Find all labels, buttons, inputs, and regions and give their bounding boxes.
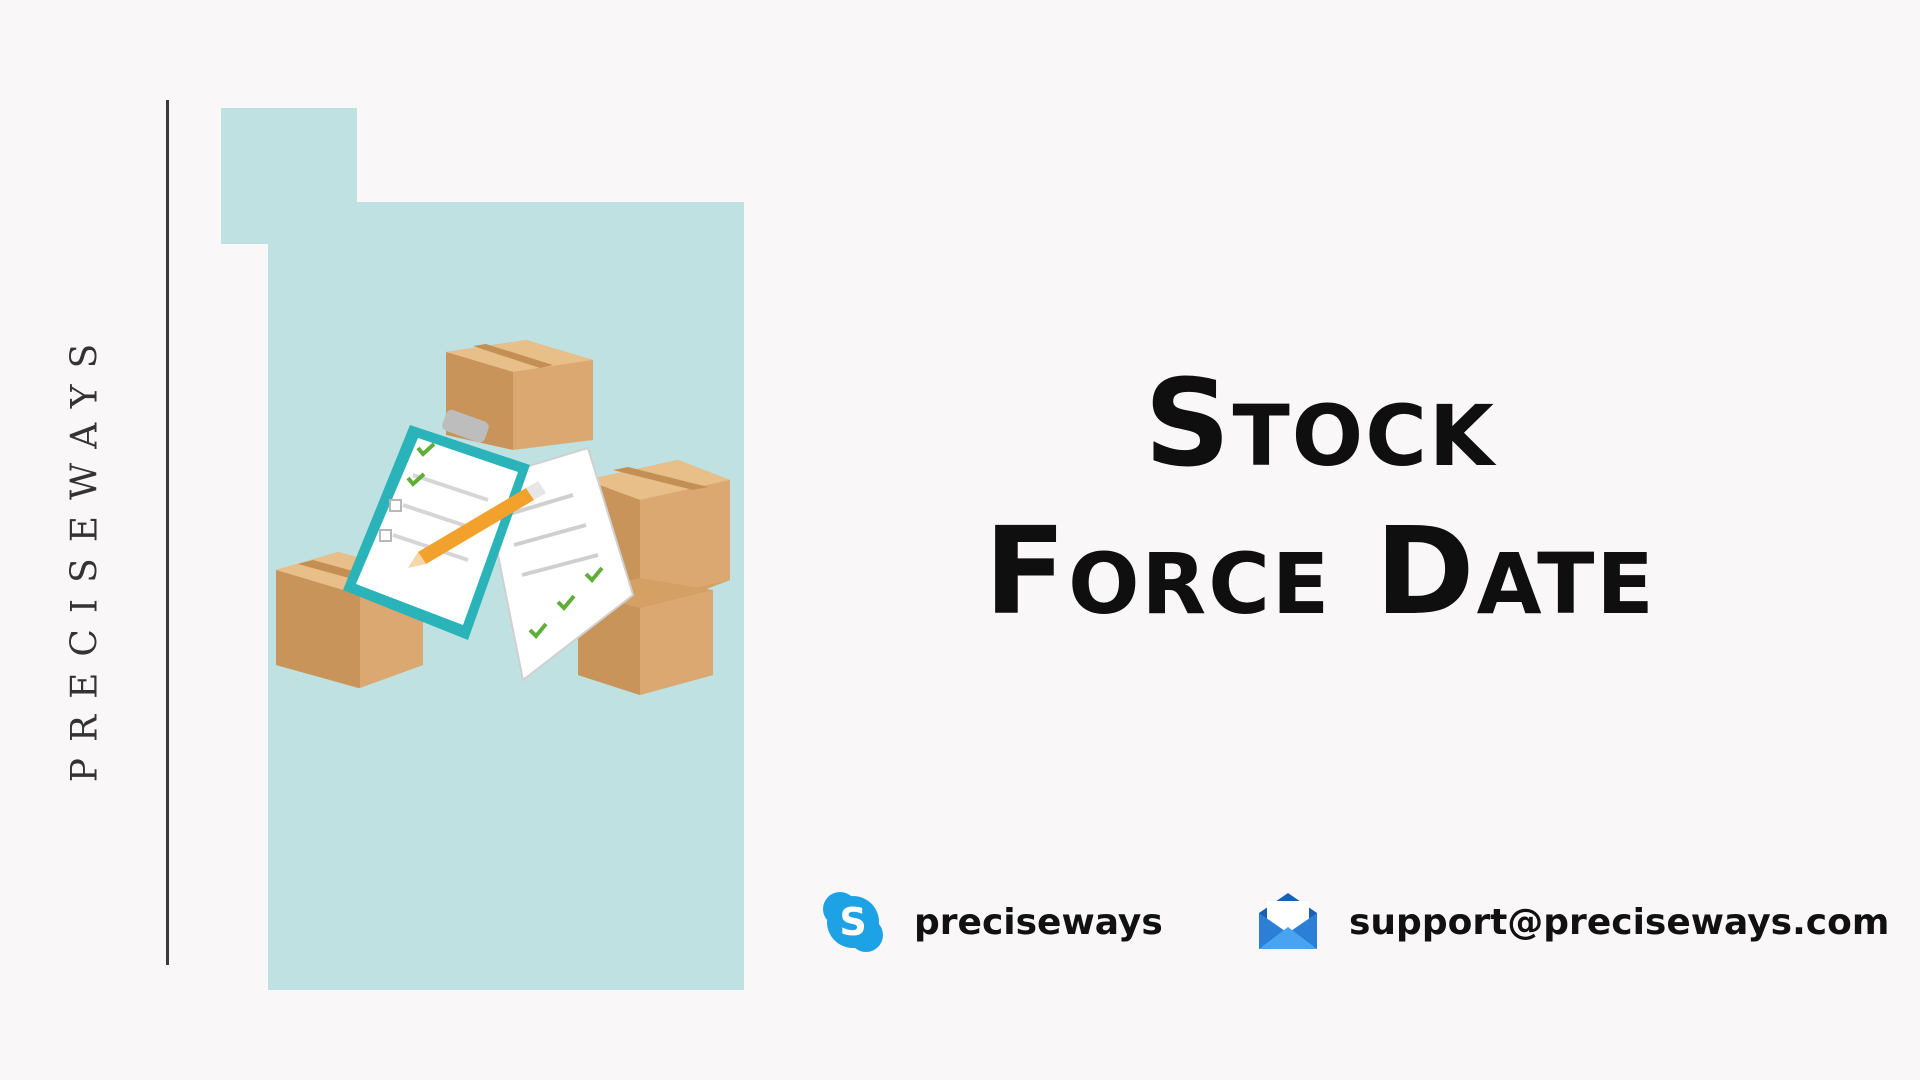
inventory-boxes-clipboard-icon: [276, 340, 730, 695]
title-line-1: Stock: [1144, 355, 1496, 494]
mail-icon: [1259, 893, 1317, 949]
title-line-2: Force Date: [984, 503, 1656, 642]
vertical-divider: [166, 100, 169, 965]
page-title: Stock Force Date: [880, 365, 1760, 661]
skype-icon: S: [823, 892, 883, 952]
skype-contact[interactable]: S preciseways: [820, 888, 1163, 956]
brand-vertical-text: PRECISEWAYS: [64, 327, 106, 783]
email-contact[interactable]: support@preciseways.com: [1255, 888, 1889, 956]
skype-label[interactable]: preciseways: [914, 902, 1163, 943]
email-label[interactable]: support@preciseways.com: [1349, 902, 1889, 943]
svg-text:S: S: [839, 900, 866, 944]
